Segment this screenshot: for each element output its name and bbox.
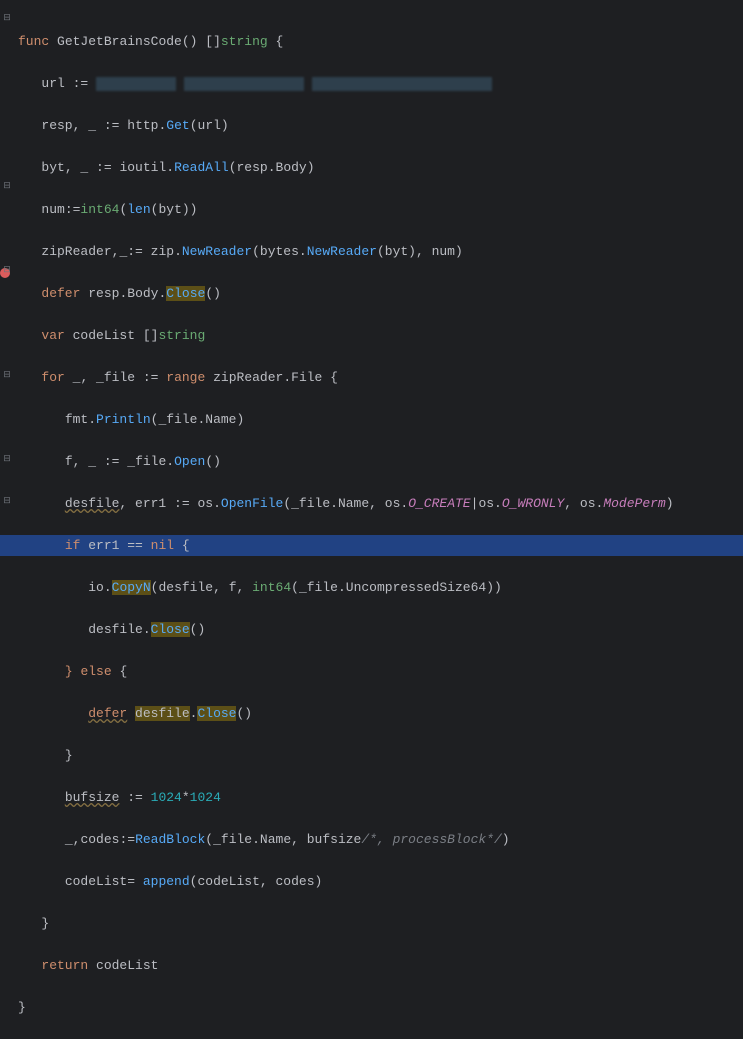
code-line: var codeList []string bbox=[14, 325, 743, 346]
gutter: ⊟ ⊟ ⊟ ⊟ ⊟ ⊟ bbox=[0, 0, 14, 532]
code-line: f, _ := _file.Open() bbox=[14, 451, 743, 472]
code-line: fmt.Println(_file.Name) bbox=[14, 409, 743, 430]
code-line: bufsize := 1024*1024 bbox=[14, 787, 743, 808]
code-line: } bbox=[14, 913, 743, 934]
code-line: resp, _ := http.Get(url) bbox=[14, 115, 743, 136]
code-line: for _, _file := range zipReader.File { bbox=[14, 367, 743, 388]
code-editor[interactable]: func GetJetBrainsCode() []string { url :… bbox=[14, 10, 743, 1039]
fold-toggle[interactable]: ⊟ bbox=[2, 181, 12, 191]
code-line: io.CopyN(desfile, f, int64(_file.Uncompr… bbox=[14, 577, 743, 598]
code-line: desfile, err1 := os.OpenFile(_file.Name,… bbox=[14, 493, 743, 514]
code-line: num:=int64(len(byt)) bbox=[14, 199, 743, 220]
code-line: desfile.Close() bbox=[14, 619, 743, 640]
code-line: } else { bbox=[14, 661, 743, 682]
code-line-current: if err1 == nil { bbox=[0, 535, 743, 556]
code-line: _,codes:=ReadBlock(_file.Name, bufsize/*… bbox=[14, 829, 743, 850]
fold-toggle[interactable]: ⊟ bbox=[2, 265, 12, 275]
fold-toggle[interactable]: ⊟ bbox=[2, 13, 12, 23]
code-line: } bbox=[14, 997, 743, 1018]
code-line: zipReader,_:= zip.NewReader(bytes.NewRea… bbox=[14, 241, 743, 262]
code-line: defer desfile.Close() bbox=[14, 703, 743, 724]
code-line: func GetJetBrainsCode() []string { bbox=[14, 31, 743, 52]
code-line: return codeList bbox=[14, 955, 743, 976]
fold-toggle[interactable]: ⊟ bbox=[2, 370, 12, 380]
fold-toggle[interactable]: ⊟ bbox=[2, 454, 12, 464]
code-line: } bbox=[14, 745, 743, 766]
code-line: url := bbox=[14, 73, 743, 94]
code-line: defer resp.Body.Close() bbox=[14, 283, 743, 304]
code-line: byt, _ := ioutil.ReadAll(resp.Body) bbox=[14, 157, 743, 178]
code-line: codeList= append(codeList, codes) bbox=[14, 871, 743, 892]
fold-toggle[interactable]: ⊟ bbox=[2, 496, 12, 506]
